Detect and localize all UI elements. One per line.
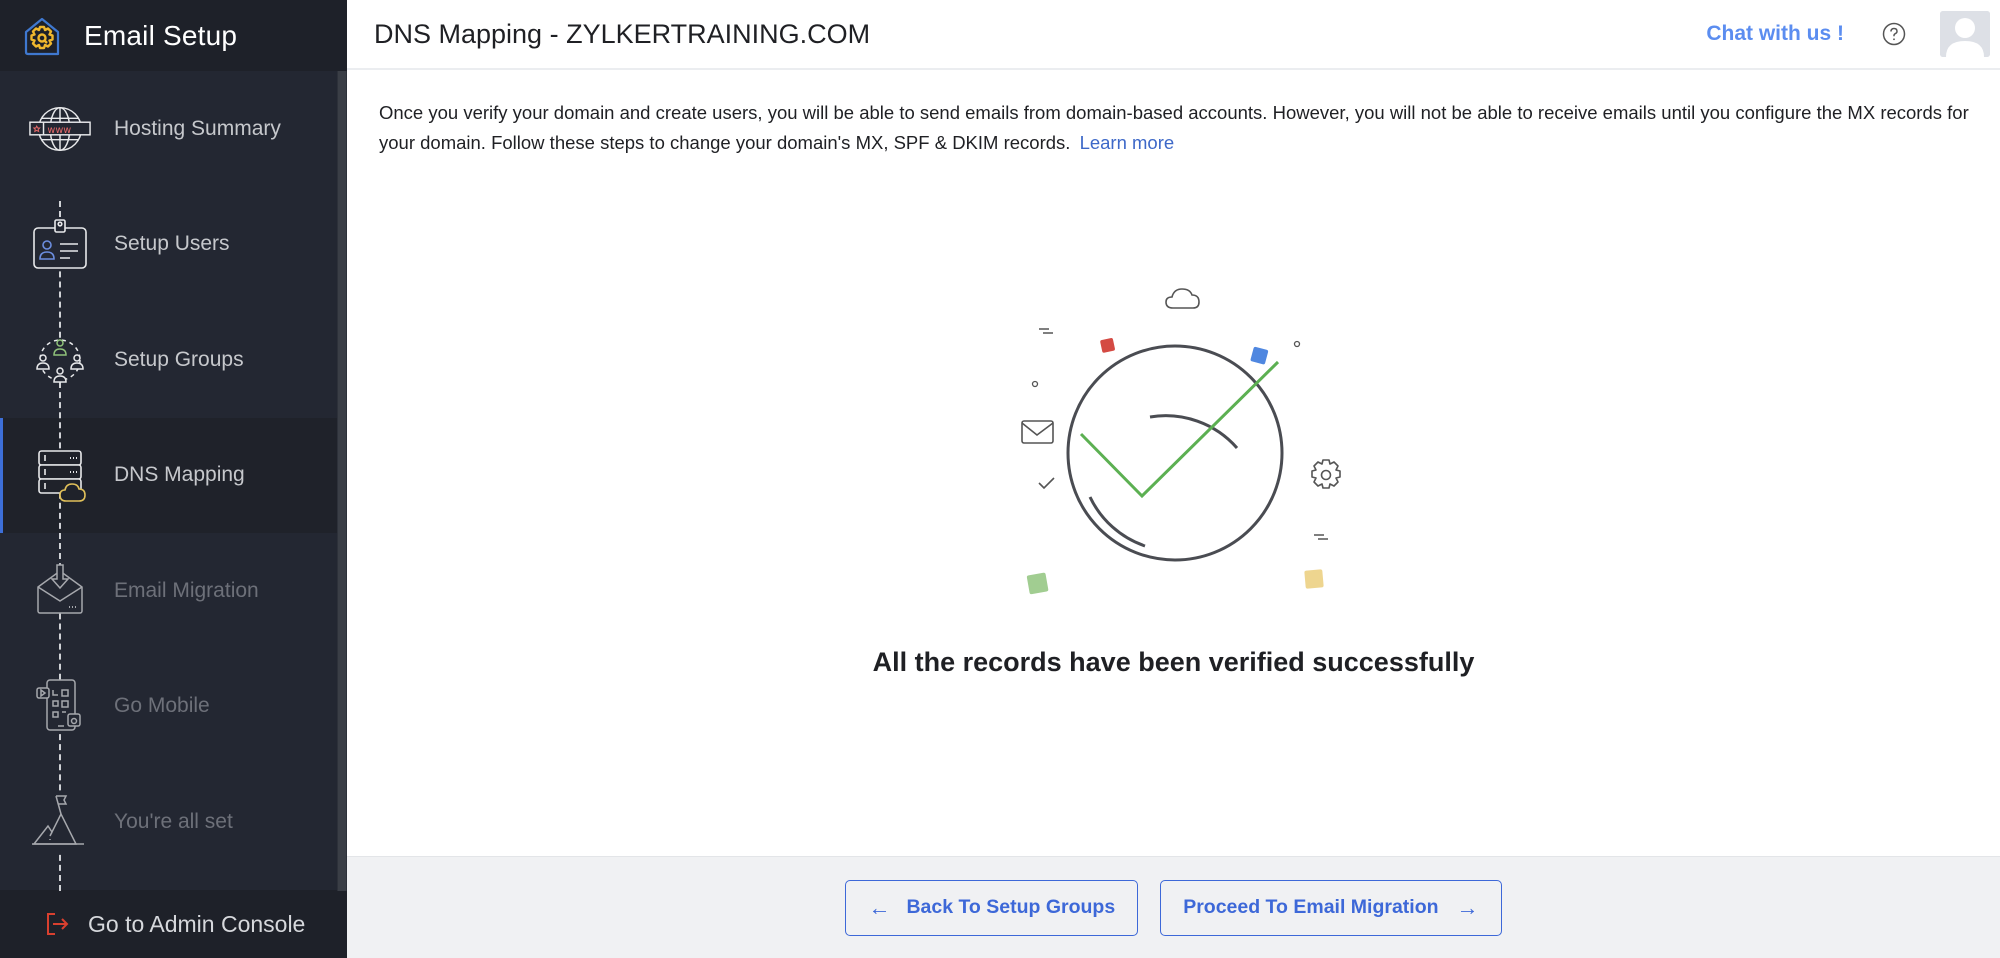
cloud-icon: [1165, 288, 1200, 309]
question-circle-icon[interactable]: [1882, 22, 1906, 46]
content-area: Once you verify your domain and create u…: [347, 70, 2000, 856]
step-label: Setup Groups: [114, 347, 244, 371]
gear-icon: [1311, 459, 1341, 489]
chat-with-us-link[interactable]: Chat with us !: [1706, 22, 1844, 46]
arrow-left-icon: ←: [868, 894, 891, 920]
next-button-label: Proceed To Email Migration: [1183, 896, 1439, 918]
arrow-right-icon: →: [1456, 894, 1479, 920]
confetti-yellow: [1304, 569, 1324, 589]
steps-connector: [59, 201, 61, 891]
server-cloud-icon: [28, 443, 92, 507]
step-label: DNS Mapping: [114, 463, 245, 487]
page-title: DNS Mapping - ZYLKERTRAINING.COM: [374, 18, 871, 49]
description-text: Once you verify your domain and create u…: [379, 98, 1970, 158]
step-hosting-summary[interactable]: www Hosting Summary: [0, 71, 347, 187]
back-button-label: Back To Setup Groups: [906, 896, 1116, 918]
inner-arc-bottom: [1088, 496, 1146, 548]
globe-www-icon: www: [28, 97, 92, 161]
step-dns-mapping[interactable]: DNS Mapping: [0, 417, 347, 533]
footer-action-bar: ← Back To Setup Groups Proceed To Email …: [347, 856, 2000, 958]
id-card-icon: [28, 212, 92, 276]
step-label: Hosting Summary: [114, 116, 281, 140]
go-to-admin-console-button[interactable]: Go to Admin Console: [0, 890, 347, 958]
step-email-migration[interactable]: Email Migration: [0, 533, 347, 649]
admin-console-label: Go to Admin Console: [88, 910, 306, 937]
success-message: All the records have been verified succe…: [872, 647, 1475, 677]
step-all-set[interactable]: You're all set: [0, 764, 347, 880]
envelope-icon: [1021, 420, 1054, 444]
main-panel: DNS Mapping - ZYLKERTRAINING.COM Chat wi…: [347, 0, 2000, 958]
svg-text:www: www: [47, 125, 71, 136]
small-check-icon: [1038, 477, 1055, 490]
mountain-flag-icon: [28, 790, 92, 854]
sidebar-scrollbar[interactable]: [337, 71, 347, 891]
step-go-mobile[interactable]: Go Mobile: [0, 649, 347, 765]
back-to-setup-groups-button[interactable]: ← Back To Setup Groups: [845, 879, 1139, 936]
envelope-download-icon: [28, 559, 92, 623]
sidebar-title: Email Setup: [84, 19, 238, 51]
success-check-mark: [1079, 360, 1280, 499]
sidebar: Email Setup www Hosting Summary Setup Us…: [0, 0, 347, 958]
setup-steps: www Hosting Summary Setup Users Setup Gr…: [0, 71, 347, 891]
mobile-apps-icon: [28, 674, 92, 738]
dash-decoration: [1314, 534, 1328, 540]
step-label: Setup Users: [114, 232, 230, 256]
step-label: Email Migration: [114, 578, 259, 602]
dash-decoration: [1039, 328, 1053, 334]
sidebar-scrollbar-thumb[interactable]: [338, 71, 346, 891]
step-label: Go Mobile: [114, 694, 210, 718]
top-bar: DNS Mapping - ZYLKERTRAINING.COM Chat wi…: [347, 0, 2000, 70]
step-label: You're all set: [114, 809, 233, 833]
sidebar-header: Email Setup: [0, 0, 347, 71]
confetti-red: [1100, 338, 1115, 353]
dot-decoration: [1293, 340, 1301, 348]
dot-decoration: [1031, 380, 1039, 388]
proceed-to-email-migration-button[interactable]: Proceed To Email Migration →: [1160, 879, 1502, 936]
app: Email Setup www Hosting Summary Setup Us…: [0, 0, 2000, 958]
exit-icon: [47, 913, 69, 935]
settings-home-icon: [24, 17, 60, 55]
verified-check-illustration: [1021, 288, 1341, 595]
group-users-icon: [28, 328, 92, 392]
step-setup-groups[interactable]: Setup Groups: [0, 302, 347, 418]
user-avatar-icon[interactable]: [1940, 11, 1990, 57]
confetti-green: [1026, 572, 1049, 595]
confetti-blue: [1250, 346, 1269, 365]
learn-more-link[interactable]: Learn more: [1080, 132, 1175, 153]
step-setup-users[interactable]: Setup Users: [0, 187, 347, 303]
